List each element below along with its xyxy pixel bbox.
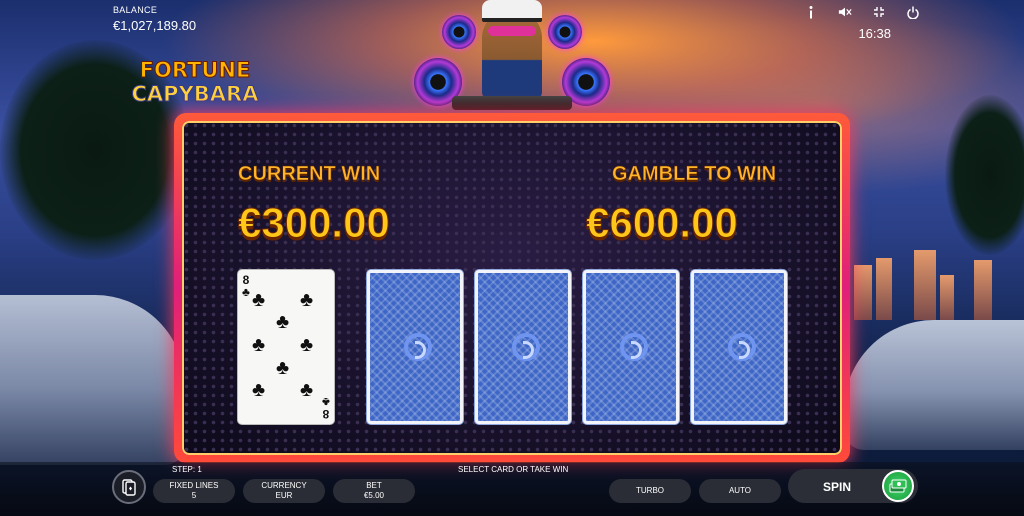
menu-button[interactable]	[112, 470, 146, 504]
balance-label: BALANCE	[113, 5, 158, 15]
club-pip: ♣	[252, 379, 266, 401]
club-pip: ♣	[300, 289, 314, 311]
currency-button[interactable]: CURRENCY EUR	[243, 479, 325, 503]
turbo-button[interactable]: TURBO	[609, 479, 691, 503]
bet-value: €5.00	[363, 491, 385, 500]
fixed-lines-label: FIXED LINES	[169, 481, 219, 490]
bet-label: BET	[366, 481, 382, 490]
game-logo: FORTUNE CAPYBARA	[122, 58, 268, 107]
club-pip: ♣	[276, 357, 290, 379]
turbo-label: TURBO	[636, 486, 664, 495]
clock: 16:38	[858, 26, 891, 41]
card-corner-top: 8 ♣	[242, 273, 250, 299]
card-back-emblem-icon	[512, 333, 540, 361]
card-back-emblem-icon	[404, 333, 432, 361]
auto-button[interactable]: AUTO	[699, 479, 781, 503]
card-corner-bottom: 8 ♣	[322, 395, 330, 421]
bet-button[interactable]: BET €5.00	[333, 479, 415, 503]
club-pip: ♣	[252, 289, 266, 311]
club-pip: ♣	[300, 379, 314, 401]
spin-label: SPIN	[823, 480, 852, 494]
step-indicator: STEP: 1	[172, 465, 202, 474]
currency-label: CURRENCY	[261, 481, 307, 490]
city-skyline	[854, 250, 1004, 320]
club-pip: ♣	[276, 311, 290, 333]
power-icon[interactable]	[906, 4, 920, 20]
balance-value: €1,027,189.80	[113, 18, 197, 33]
face-down-card-4[interactable]	[691, 270, 787, 424]
gamble-to-win-value: €600.00	[586, 199, 739, 247]
info-icon[interactable]	[804, 4, 818, 20]
yacht-left	[0, 295, 185, 465]
logo-line-1: FORTUNE	[139, 58, 251, 83]
fixed-lines-value: 5	[191, 491, 197, 500]
current-win-value: €300.00	[238, 199, 391, 247]
logo-line-2: CAPYBARA	[131, 82, 259, 107]
auto-label: AUTO	[728, 486, 752, 495]
current-win-label: CURRENT WIN	[238, 163, 381, 186]
revealed-card-eight-clubs: 8 ♣ 8 ♣ ♣ ♣ ♣ ♣ ♣ ♣ ♣ ♣	[238, 270, 334, 424]
club-pip: ♣	[252, 334, 266, 356]
face-down-card-1[interactable]	[367, 270, 463, 424]
cards-menu-icon	[122, 479, 136, 496]
card-back-emblem-icon	[620, 333, 648, 361]
gamble-panel: CURRENT WIN €300.00 GAMBLE TO WIN €600.0…	[174, 113, 850, 463]
capybara-dj-mascot	[412, 0, 612, 115]
balance-display: BALANCE €1,027,189.80	[113, 5, 196, 33]
card-back-emblem-icon	[728, 333, 756, 361]
top-controls	[804, 4, 920, 20]
instruction-text: SELECT CARD OR TAKE WIN	[458, 465, 569, 474]
fixed-lines-display: FIXED LINES 5	[153, 479, 235, 503]
club-pip: ♣	[300, 334, 314, 356]
take-win-money-icon[interactable]	[882, 470, 914, 502]
fullscreen-icon[interactable]	[872, 4, 886, 20]
spin-button[interactable]: SPIN	[788, 469, 918, 503]
gamble-to-win-label: GAMBLE TO WIN	[612, 163, 777, 186]
mute-icon[interactable]	[838, 4, 852, 20]
face-down-card-2[interactable]	[475, 270, 571, 424]
currency-value: EUR	[275, 491, 293, 500]
gamble-panel-inner: CURRENT WIN €300.00 GAMBLE TO WIN €600.0…	[182, 121, 842, 455]
face-down-card-3[interactable]	[583, 270, 679, 424]
